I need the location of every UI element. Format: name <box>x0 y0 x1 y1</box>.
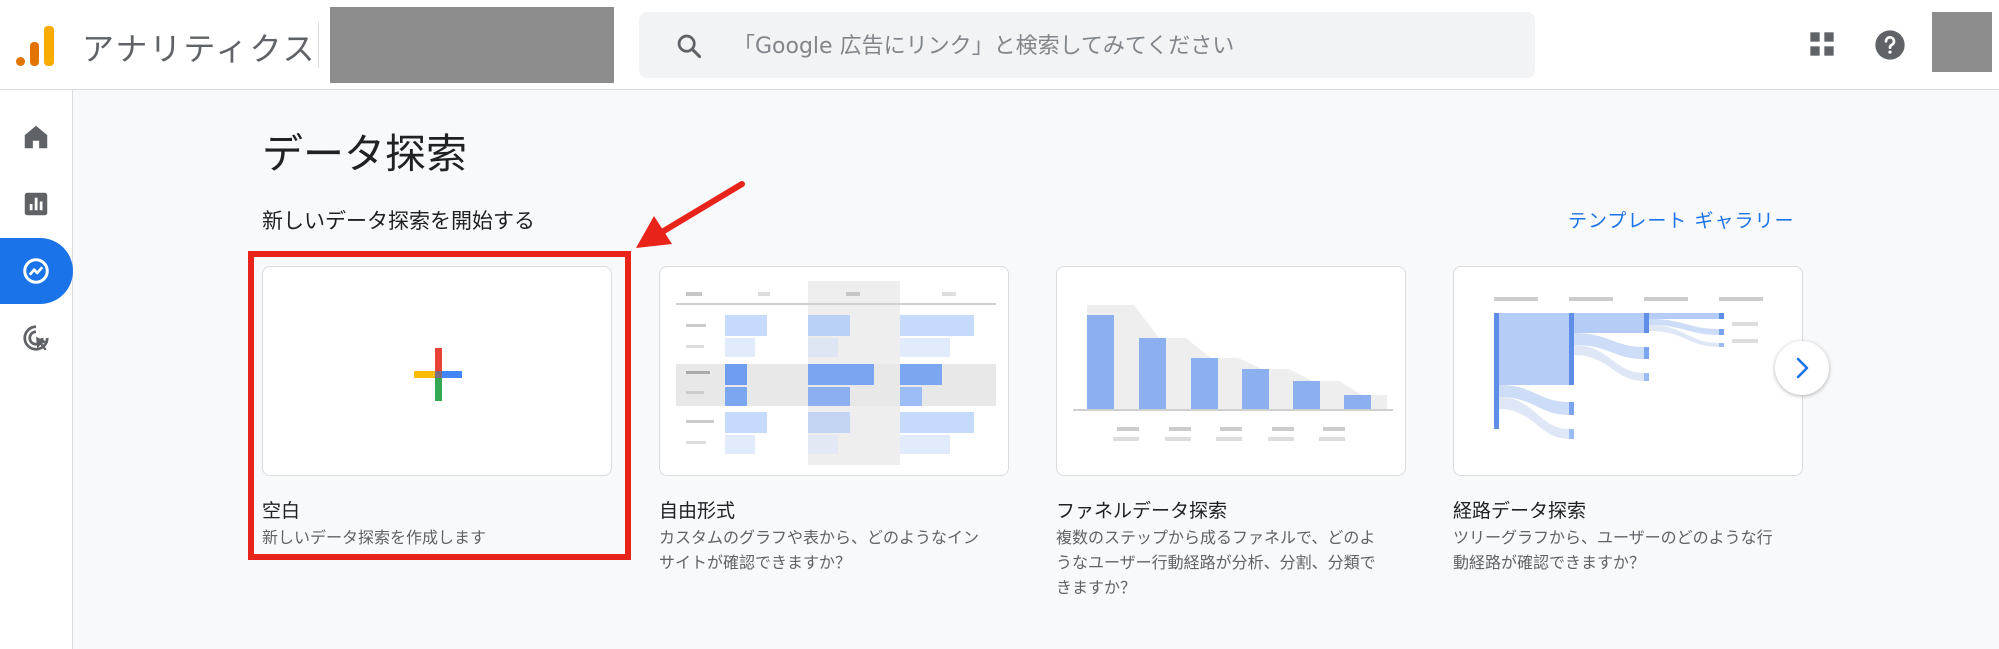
account-selector[interactable] <box>330 7 614 83</box>
nav-item-reports[interactable] <box>0 171 73 237</box>
carousel-next-button[interactable] <box>1775 341 1829 395</box>
help-icon[interactable] <box>1874 29 1906 61</box>
card-freeform-thumbnail[interactable] <box>659 266 1009 476</box>
card-path-title[interactable]: 経路データ探索 <box>1453 496 1586 523</box>
freeform-table-illustration <box>676 281 996 465</box>
highlight-box <box>248 251 631 560</box>
left-nav <box>0 90 73 649</box>
reports-icon <box>24 192 48 216</box>
card-funnel-description: 複数のステップから成るファネルで、どのよ うなユーザー行動経路が分析、分割、分類… <box>1056 528 1376 597</box>
app-title[interactable]: アナリティクス <box>82 24 316 70</box>
top-bar: アナリティクス <box>0 0 1999 90</box>
funnel-chart-illustration <box>1073 305 1393 441</box>
advertising-icon <box>23 325 49 351</box>
explore-icon <box>23 258 49 284</box>
card-path-thumbnail[interactable] <box>1453 266 1803 476</box>
nav-item-home[interactable] <box>0 104 73 170</box>
chevron-right-icon <box>1796 357 1809 379</box>
template-gallery-link[interactable]: テンプレート ギャラリー <box>1568 206 1794 233</box>
search-bar[interactable] <box>639 12 1535 80</box>
path-tree-illustration <box>1494 297 1763 439</box>
page-title: データ探索 <box>262 130 467 178</box>
header-divider <box>318 22 319 68</box>
card-freeform-description: カスタムのグラフや表から、どのようなイン サイトが確認できますか？ <box>659 528 980 572</box>
apps-grid-icon[interactable] <box>1808 30 1836 58</box>
card-funnel-title[interactable]: ファネルデータ探索 <box>1056 496 1227 523</box>
nav-item-explore[interactable] <box>0 238 73 304</box>
analytics-logo-icon[interactable] <box>16 22 56 66</box>
search-icon <box>677 34 702 59</box>
home-icon <box>24 125 48 149</box>
section-heading: 新しいデータ探索を開始する <box>262 209 535 233</box>
card-path-description: ツリーグラフから、ユーザーのどのような行 動経路が確認できますか？ <box>1453 528 1773 572</box>
card-freeform-title[interactable]: 自由形式 <box>659 496 735 523</box>
nav-item-advertising[interactable] <box>0 305 73 371</box>
annotation-arrow-icon <box>636 181 745 248</box>
card-funnel-thumbnail[interactable] <box>1056 266 1406 476</box>
avatar[interactable] <box>1932 12 1992 72</box>
search-input[interactable] <box>731 12 1515 80</box>
